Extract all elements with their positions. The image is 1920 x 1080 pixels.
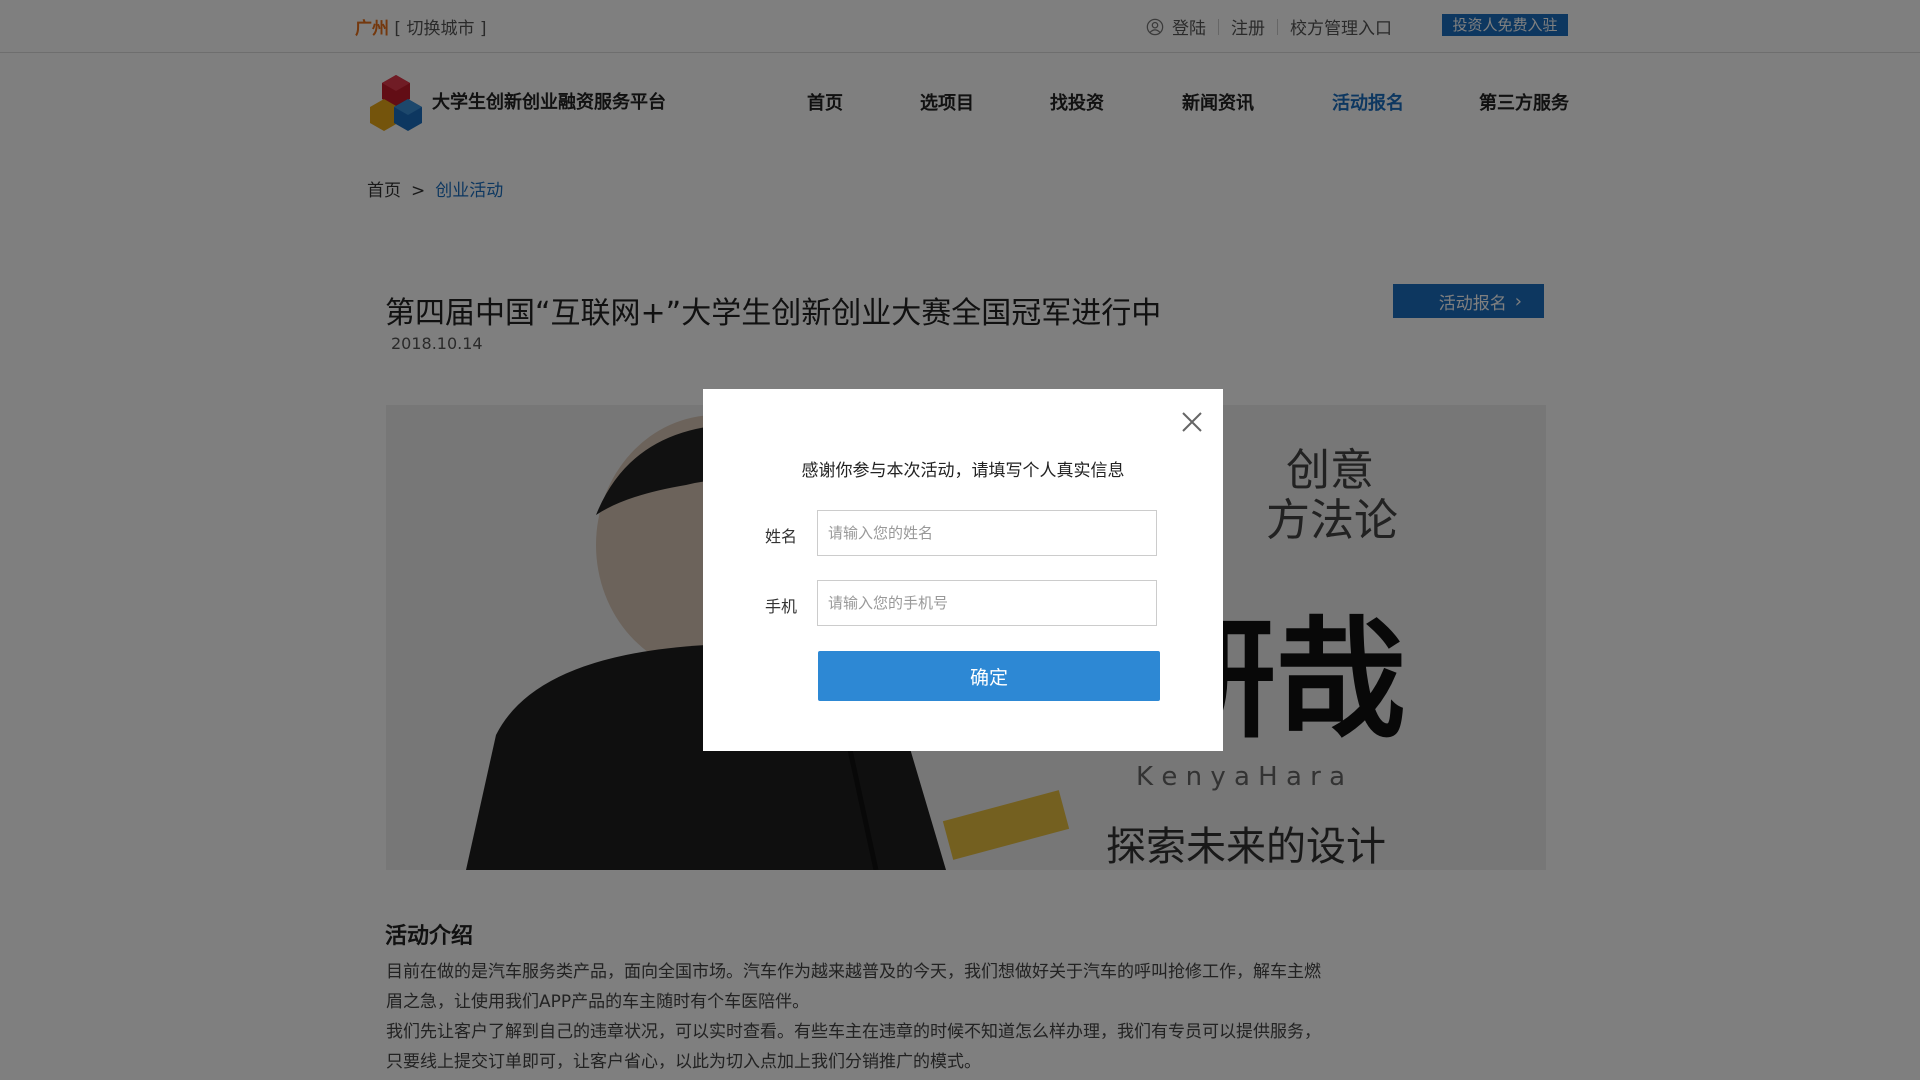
- name-label: 姓名: [765, 527, 798, 546]
- modal-message: 感谢你参与本次活动，请填写个人真实信息: [801, 461, 1125, 481]
- signup-modal: 感谢你参与本次活动，请填写个人真实信息 姓名 手机 确定: [703, 389, 1223, 751]
- close-icon[interactable]: [1180, 410, 1204, 434]
- phone-label: 手机: [765, 597, 798, 616]
- name-input[interactable]: [817, 510, 1157, 556]
- confirm-button[interactable]: 确定: [818, 651, 1160, 701]
- phone-input[interactable]: [817, 580, 1157, 626]
